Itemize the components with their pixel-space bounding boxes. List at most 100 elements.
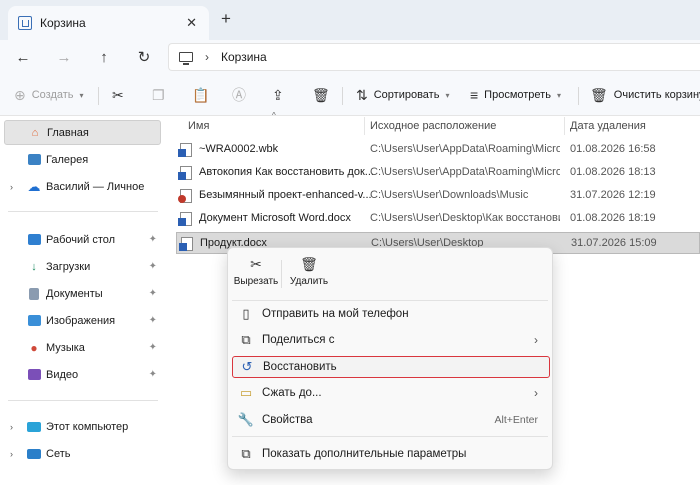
column-header-location[interactable]: Исходное расположение	[365, 117, 565, 135]
chevron-right-icon[interactable]: ›	[10, 449, 13, 459]
column-header-deleted[interactable]: Дата удаления	[565, 117, 700, 135]
pin-icon[interactable]: ✦	[149, 369, 157, 380]
video-icon	[26, 368, 42, 382]
view-label: Просмотреть	[484, 89, 551, 101]
sidebar-item-label: Изображения	[46, 314, 116, 327]
sidebar-item-network[interactable]: › Сеть	[4, 441, 161, 466]
navigation-pane: ⌂ Главная Галерея › ☁ Василий — Личное Р…	[0, 117, 168, 485]
pin-icon[interactable]: ✦	[149, 315, 157, 326]
divider	[232, 436, 548, 437]
table-row[interactable]: Автокопия Как восстановить док... C:\Use…	[176, 162, 700, 184]
pin-icon[interactable]: ✦	[149, 342, 157, 353]
sidebar-item-label: Рабочий стол	[46, 233, 116, 246]
recycle-bin-icon	[18, 16, 32, 30]
refresh-button[interactable]: ↻	[133, 46, 155, 68]
back-button[interactable]: ←	[12, 46, 34, 68]
sidebar-item-home[interactable]: ⌂ Главная	[4, 120, 161, 145]
home-icon: ⌂	[31, 126, 39, 139]
divider	[8, 400, 158, 401]
share-button[interactable]: ⇪	[272, 86, 290, 104]
sidebar-item-label: Загрузки	[46, 260, 91, 273]
menu-item-share[interactable]: ⧉ Поделиться с ›	[232, 329, 550, 351]
sidebar-item-music[interactable]: ● Музыка ✦	[4, 335, 161, 360]
table-row[interactable]: ~WRA0002.wbk C:\Users\User\AppData\Roami…	[176, 139, 700, 161]
chevron-right-icon[interactable]: ›	[205, 50, 209, 64]
paste-button[interactable]: 📋	[192, 86, 215, 104]
word-file-icon	[178, 212, 192, 226]
chevron-down-icon: ▾	[445, 90, 450, 100]
tab-recycle-bin[interactable]: Корзина ✕	[8, 6, 209, 40]
title-bar: Корзина ✕ +	[0, 0, 700, 40]
menu-item-label: Восстановить	[263, 361, 337, 373]
copy-icon: ❐	[152, 86, 165, 103]
sidebar-item-this-pc[interactable]: › Этот компьютер	[4, 414, 161, 439]
documents-icon	[26, 287, 42, 301]
table-row[interactable]: Документ Microsoft Word.docx C:\Users\Us…	[176, 208, 700, 230]
menu-item-more-options[interactable]: ⧉ Показать дополнительные параметры	[232, 443, 550, 465]
table-row[interactable]: Безымянный проект-enhanced-v... C:\Users…	[176, 185, 700, 207]
trash-icon: 🗑	[300, 256, 318, 272]
chevron-right-icon[interactable]: ›	[10, 182, 13, 192]
pin-icon[interactable]: ✦	[149, 261, 157, 272]
menu-item-compress[interactable]: ▭ Сжать до... ›	[232, 382, 550, 404]
menu-item-label: Свойства	[262, 414, 313, 426]
divider	[8, 211, 158, 212]
forward-button[interactable]: →	[53, 46, 75, 68]
cut-button[interactable]: ✂	[112, 86, 130, 104]
sidebar-item-gallery[interactable]: Галерея	[4, 147, 161, 172]
cloud-icon: ☁	[27, 178, 41, 194]
address-bar[interactable]: › Корзина	[168, 43, 700, 71]
menu-item-restore[interactable]: ↺ Восстановить	[232, 356, 550, 378]
shortcut-label: Alt+Enter	[494, 414, 538, 426]
sidebar-item-onedrive[interactable]: › ☁ Василий — Личное	[4, 174, 161, 199]
delete-menu-button[interactable]: 🗑 Удалить	[281, 256, 337, 296]
chevron-right-icon[interactable]: ›	[10, 422, 13, 432]
sidebar-item-video[interactable]: Видео ✦	[4, 362, 161, 387]
sidebar-item-pictures[interactable]: Изображения ✦	[4, 308, 161, 333]
download-icon: ↓	[31, 260, 37, 273]
breadcrumb[interactable]: Корзина	[221, 50, 267, 64]
divider	[578, 87, 579, 105]
menu-item-properties[interactable]: 🔧 Свойства Alt+Enter	[232, 409, 550, 431]
menu-item-label: Поделиться с	[262, 334, 335, 346]
chevron-right-icon: ›	[534, 386, 538, 400]
empty-bin-button[interactable]: 🗑 Очистить корзину	[590, 86, 700, 104]
cut-menu-button[interactable]: ✂ Вырезать	[228, 256, 284, 296]
more-options-icon: ⧉	[241, 446, 251, 461]
delete-button[interactable]: 🗑	[312, 86, 336, 104]
divider	[98, 87, 99, 105]
view-button[interactable]: ≡ Просмотреть ▾	[470, 86, 561, 104]
file-name: Автокопия Как восстановить док...	[199, 166, 374, 178]
copy-button[interactable]: ❐	[152, 86, 171, 104]
sort-button[interactable]: ⇅ Сортировать ▾	[356, 86, 449, 104]
file-location: C:\Users\User\AppData\Roaming\Micros...	[370, 143, 560, 155]
file-date: 01.08.2026 18:19	[570, 212, 656, 224]
menu-item-send-to-phone[interactable]: ▯ Отправить на мой телефон	[232, 303, 550, 325]
navigation-bar: ← → ↑ ↻ › Корзина	[0, 40, 700, 74]
rename-button[interactable]: Ⓐ	[232, 86, 252, 104]
paste-icon: 📋	[192, 86, 210, 103]
phone-icon: ▯	[242, 306, 250, 321]
close-tab-icon[interactable]: ✕	[186, 15, 197, 31]
sidebar-item-documents[interactable]: Документы ✦	[4, 281, 161, 306]
pin-icon[interactable]: ✦	[149, 234, 157, 245]
word-file-icon	[179, 237, 193, 251]
create-label: Создать	[31, 89, 74, 101]
file-location: C:\Users\User\AppData\Roaming\Micros...	[370, 166, 560, 178]
pin-icon[interactable]: ✦	[149, 288, 157, 299]
menu-item-label: Показать дополнительные параметры	[262, 448, 467, 460]
chevron-down-icon: ▾	[556, 90, 561, 100]
gallery-icon	[26, 153, 42, 167]
sidebar-item-desktop[interactable]: Рабочий стол ✦	[4, 227, 161, 252]
new-tab-button[interactable]: +	[221, 10, 231, 28]
sidebar-item-downloads[interactable]: ↓ Загрузки ✦	[4, 254, 161, 279]
sidebar-item-label: Документы	[46, 287, 103, 300]
up-button[interactable]: ↑	[93, 46, 115, 68]
file-date: 31.07.2026 12:19	[570, 189, 656, 201]
pictures-icon	[26, 314, 42, 328]
file-name: Документ Microsoft Word.docx	[199, 212, 351, 224]
create-button[interactable]: ⊕ Создать ▾	[14, 86, 84, 104]
monitor-icon	[179, 52, 193, 65]
column-header-name[interactable]: Имя	[183, 117, 365, 135]
empty-bin-label: Очистить корзину	[613, 89, 700, 101]
